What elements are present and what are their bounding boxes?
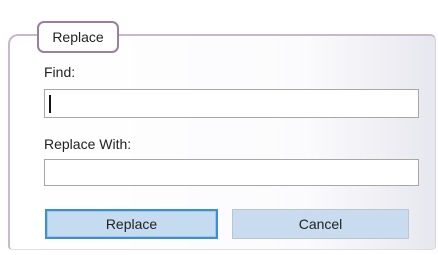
cancel-button[interactable]: Cancel xyxy=(232,209,409,239)
tab-replace[interactable]: Replace xyxy=(37,21,119,53)
replace-with-label: Replace With: xyxy=(44,136,132,152)
replace-panel: Find: Replace With: Replace Cancel xyxy=(8,34,436,250)
tab-replace-label: Replace xyxy=(52,29,104,45)
replace-button[interactable]: Replace xyxy=(45,209,218,239)
replace-with-input[interactable] xyxy=(44,159,419,186)
text-caret xyxy=(49,95,51,113)
find-label: Find: xyxy=(44,64,76,80)
find-input[interactable] xyxy=(44,89,419,118)
